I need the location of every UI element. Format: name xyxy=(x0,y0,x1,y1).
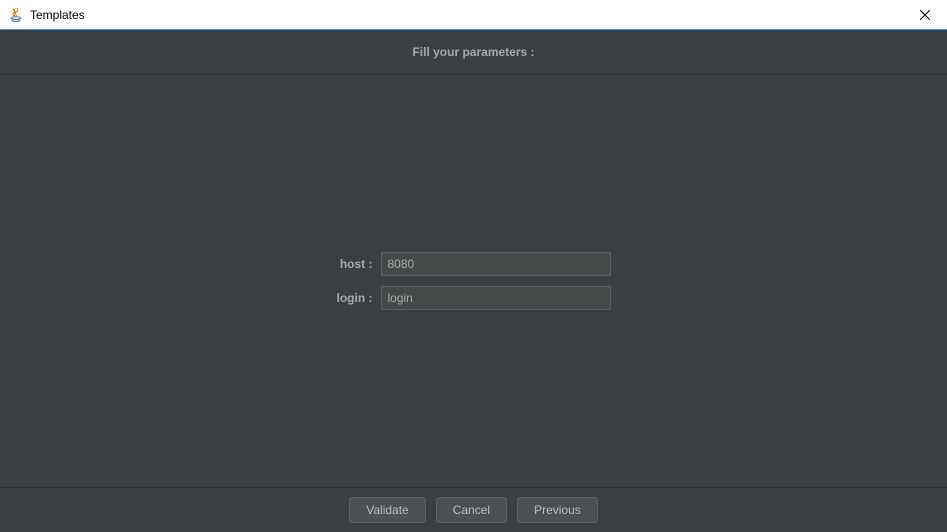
window-title: Templates xyxy=(30,8,85,22)
header-section: Fill your parameters : xyxy=(0,30,947,75)
header-text: Fill your parameters : xyxy=(412,45,534,59)
host-label: host : xyxy=(337,257,373,271)
cancel-button[interactable]: Cancel xyxy=(436,497,507,523)
validate-button[interactable]: Validate xyxy=(349,497,425,523)
form-area: host : login : xyxy=(0,75,947,487)
close-button[interactable] xyxy=(902,0,947,29)
close-icon xyxy=(920,10,930,20)
form-grid: host : login : xyxy=(337,252,611,310)
host-input[interactable] xyxy=(381,252,611,276)
previous-button[interactable]: Previous xyxy=(517,497,598,523)
login-label: login : xyxy=(337,291,373,305)
java-icon xyxy=(8,7,24,23)
content-area: Fill your parameters : host : login : Va… xyxy=(0,30,947,532)
window-titlebar: Templates xyxy=(0,0,947,30)
login-input[interactable] xyxy=(381,286,611,310)
footer: Validate Cancel Previous xyxy=(0,487,947,532)
